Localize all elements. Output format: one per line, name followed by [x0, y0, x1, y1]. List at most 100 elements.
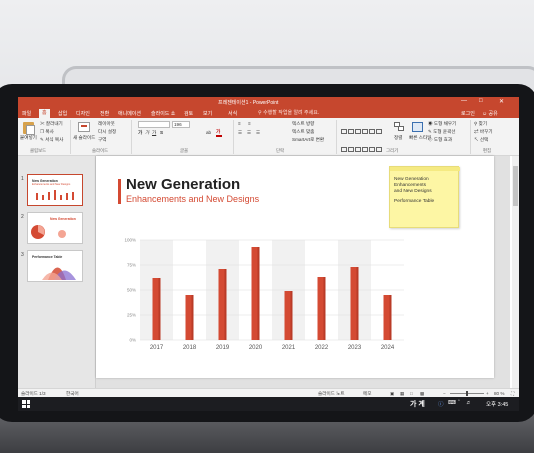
slide-thumbnail-3[interactable]: Performance Table — [27, 250, 83, 282]
fit-to-window-icon[interactable]: ⛶ — [511, 391, 514, 396]
tab-format[interactable]: 서식 — [228, 110, 237, 117]
shape-thumb[interactable] — [361, 128, 368, 134]
windows-start-icon[interactable] — [22, 400, 30, 408]
zoom-level[interactable]: 80 % — [494, 391, 504, 396]
zoom-in-button[interactable]: + — [486, 391, 489, 396]
tab-home[interactable]: 홈 — [39, 109, 50, 118]
new-slide-button[interactable]: 새 슬라이드 — [73, 135, 95, 141]
bar-chart[interactable]: 0% 25% 50% 75% 100% 2017 2018 2019 2020 2021 2022 2… — [114, 230, 414, 360]
cut-button[interactable]: ✂ 잘라내기 — [40, 121, 63, 127]
align-text-button[interactable]: 텍스트 맞춤 — [292, 129, 314, 135]
thumbnail-bar — [48, 192, 50, 200]
select-button[interactable]: ↖ 선택 — [474, 137, 488, 143]
minimize-button[interactable]: — — [461, 98, 467, 104]
section-button[interactable]: 구역 — [98, 137, 106, 143]
arrange-icon[interactable] — [394, 122, 405, 132]
shape-thumb[interactable] — [368, 146, 375, 152]
group-editing: 편집 — [483, 148, 492, 153]
slide-title[interactable]: New Generation — [126, 176, 240, 193]
tab-view[interactable]: 보기 — [203, 110, 212, 117]
align-center-button[interactable]: ☰ — [247, 130, 251, 136]
shape-thumb[interactable] — [354, 146, 361, 152]
shape-thumb[interactable] — [375, 128, 382, 134]
ribbon-tabs: 파일 홈 삽입 디자인 전환 애니메이션 슬라이드 쇼 검토 보기 서식 ⚲ 수… — [18, 108, 519, 118]
tab-insert[interactable]: 삽입 — [58, 110, 67, 117]
slide[interactable]: New Generation Enhancements and New Desi… — [96, 156, 494, 378]
font-size-select[interactable]: 196 — [172, 121, 190, 128]
tell-me-search[interactable]: ⚲ 수행할 작업을 알려 주세요. — [258, 109, 319, 116]
arrange-square — [398, 126, 404, 131]
tab-review[interactable]: 검토 — [184, 110, 193, 117]
italic-button[interactable]: 가 — [145, 130, 149, 136]
shadow-button[interactable]: S — [160, 130, 163, 135]
shape-thumb[interactable] — [375, 146, 382, 152]
reading-view-icon[interactable]: □ — [410, 391, 413, 396]
slide-subtitle[interactable]: Enhancements and New Designs — [126, 194, 259, 204]
highlight-button[interactable]: ab — [206, 130, 211, 135]
slide-thumbnail-1[interactable]: New Generation Enhancements and New Desi… — [27, 174, 83, 206]
tab-file[interactable]: 파일 — [22, 110, 31, 117]
maximize-button[interactable]: □ — [479, 98, 483, 104]
arrange-button[interactable]: 정렬 — [394, 135, 402, 141]
slide-thumbnail-2[interactable]: New Generation — [27, 212, 83, 244]
shape-outline-label: 도형 윤곽선 — [433, 129, 456, 134]
copy-button[interactable]: ❐ 복사 — [40, 129, 54, 135]
ribbon-divider — [233, 120, 234, 154]
zoom-out-button[interactable]: − — [443, 391, 446, 396]
align-right-button[interactable]: ☰ — [256, 130, 260, 136]
close-button[interactable]: ✕ — [499, 98, 504, 105]
taskbar: 가 계 ⓘ ⌨ ˆ ♬ 오후 3:45 — [18, 397, 519, 411]
shapes-gallery[interactable] — [340, 121, 386, 170]
sign-in-link[interactable]: 로그인 — [461, 110, 475, 117]
shape-thumb[interactable] — [368, 128, 375, 134]
shape-thumb[interactable] — [361, 146, 368, 152]
underline-button[interactable]: 가 — [152, 130, 156, 136]
smartart-button[interactable]: SmartArt로 변환 — [292, 137, 324, 143]
bullets-button[interactable]: ≡ — [238, 121, 241, 126]
font-name-select[interactable] — [138, 121, 170, 128]
shape-thumb[interactable] — [354, 128, 361, 134]
zoom-slider[interactable] — [450, 391, 484, 396]
shape-fill-button[interactable]: ◉ 도형 채우기 — [428, 121, 456, 127]
tray-arrow-icon[interactable]: ˆ — [458, 400, 460, 406]
keyboard-icon[interactable]: ⌨ — [448, 400, 456, 406]
tablet-screen: 프레젠테이션1 - PowerPoint — □ ✕ 파일 홈 삽입 디자인 전… — [18, 97, 519, 411]
shape-thumb[interactable] — [340, 128, 347, 134]
find-button[interactable]: ⚲ 찾기 — [474, 121, 487, 127]
chart-bar-shade — [323, 277, 326, 340]
tab-transitions[interactable]: 전환 — [100, 110, 109, 117]
vertical-scrollbar[interactable] — [512, 156, 519, 388]
zoom-slider-knob[interactable] — [466, 391, 468, 396]
tab-animations[interactable]: 애니메이션 — [118, 110, 141, 117]
new-slide-icon[interactable] — [78, 122, 90, 132]
select-label: 선택 — [479, 137, 489, 142]
shape-fill-label: 도형 채우기 — [433, 121, 457, 126]
volume-icon[interactable]: ♬ — [466, 400, 472, 406]
format-painter-button[interactable]: ✎ 서식 복사 — [40, 137, 63, 143]
bold-button[interactable]: 가 — [138, 130, 142, 136]
sticky-note[interactable]: New Generation Enhancements and New Desi… — [389, 166, 460, 228]
shape-effects-button[interactable]: ◇ 도형 효과 — [428, 137, 452, 143]
quick-styles-icon[interactable] — [412, 122, 423, 132]
ime-indicator[interactable]: 가 계 — [410, 399, 425, 409]
numbering-button[interactable]: ≡ — [248, 121, 251, 126]
share-label: 공유 — [488, 110, 498, 117]
shape-thumb[interactable] — [347, 146, 354, 152]
layout-button[interactable]: 레이아웃 — [98, 121, 115, 127]
text-direction-button[interactable]: 텍스트 방향 — [292, 121, 314, 127]
replace-button[interactable]: ⇄ 바꾸기 — [474, 129, 493, 135]
tab-design[interactable]: 디자인 — [76, 110, 90, 117]
help-icon[interactable]: ⓘ — [438, 400, 444, 408]
reset-button[interactable]: 다시 설정 — [98, 129, 116, 135]
tab-slideshow[interactable]: 슬라이드 쇼 — [151, 110, 175, 117]
shape-outline-button[interactable]: ✎ 도형 윤곽선 — [428, 129, 456, 135]
share-button[interactable]: ☺ 공유 — [482, 110, 498, 117]
scrollbar-thumb[interactable] — [513, 166, 518, 206]
align-left-button[interactable]: ☰ — [238, 130, 242, 136]
shape-effects-label: 도형 효과 — [433, 137, 453, 142]
paste-icon[interactable] — [23, 122, 35, 135]
shape-thumb[interactable] — [340, 146, 347, 152]
ribbon-divider — [70, 120, 71, 154]
shape-thumb[interactable] — [347, 128, 354, 134]
paste-button[interactable]: 붙여넣기 — [20, 135, 37, 141]
